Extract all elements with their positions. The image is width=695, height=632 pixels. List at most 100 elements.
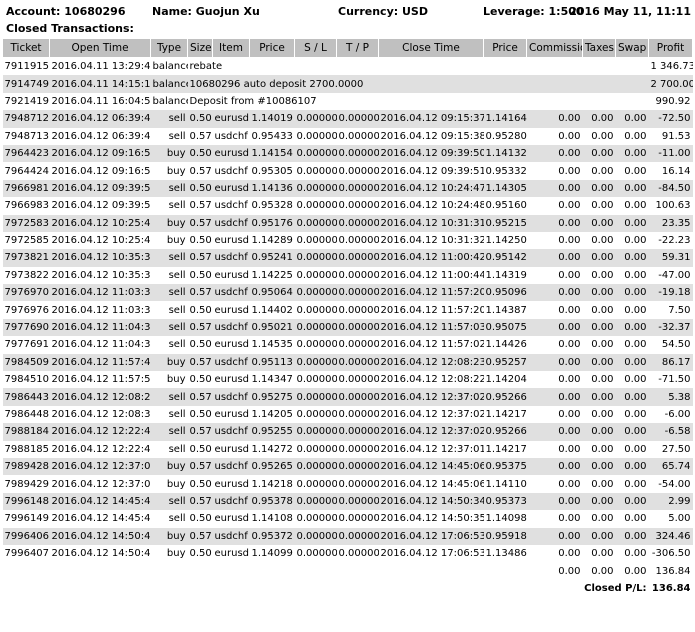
closed-pl-label: Closed P/L: [526, 579, 649, 598]
taxes-cell: 0.00 [582, 179, 616, 198]
item-cell: eurusd [212, 336, 250, 354]
commission-cell: 0.00 [526, 197, 583, 215]
ticket-cell: 7996148 [2, 492, 50, 511]
close-price-cell: 0.95373 [483, 492, 527, 511]
type-cell: balance [150, 75, 188, 93]
open-price-cell: 0.95378 [249, 492, 295, 511]
size-cell: 0.57 [187, 423, 213, 441]
close-price-cell: 0.95075 [483, 318, 527, 337]
ticket-cell: 7973822 [2, 266, 50, 285]
close-price-cell: 1.14098 [483, 510, 527, 528]
totals-row: 0.00 0.00 0.00 136.84 [2, 562, 693, 580]
closed-pl-row: Closed P/L: 136.84 [2, 579, 693, 598]
col-item: Item [212, 38, 250, 58]
open-time-cell: 2016.04.12 11:03:38 [49, 284, 151, 302]
profit-cell: -306.50 [648, 544, 693, 563]
size-cell: 0.57 [187, 388, 213, 406]
commission-cell: 0.00 [526, 301, 583, 319]
trade-row: 7948712 2016.04.12 06:39:42 sell 0.50 eurusd… [2, 110, 693, 128]
sl-cell: 0.00000 [294, 440, 337, 458]
open-time-cell: 2016.04.12 12:08:30 [49, 405, 151, 424]
item-cell: usdchf [212, 423, 250, 441]
taxes-cell: 0.00 [582, 127, 616, 145]
open-time-cell: 2016.04.12 09:16:52 [49, 144, 151, 163]
tp-cell: 0.00000 [336, 544, 379, 563]
swap-cell: 0.00 [615, 440, 649, 458]
ticket-cell: 7977690 [2, 318, 50, 337]
balance-row: 79147492016.04.11 14:15:12balance1068029… [2, 75, 693, 93]
total-swap: 0.00 [615, 562, 649, 580]
open-price-cell: 1.14289 [249, 231, 295, 250]
close-time-cell: 2016.04.12 09:39:51 [378, 162, 484, 180]
open-time-cell: 2016.04.12 09:39:57 [49, 179, 151, 198]
profit-cell: 23.35 [648, 214, 693, 232]
close-time-cell: 2016.04.12 12:08:23 [378, 353, 484, 372]
size-cell: 0.50 [187, 440, 213, 458]
profit-cell: 27.50 [648, 440, 693, 458]
commission-cell: 0.00 [526, 423, 583, 441]
open-time-cell: 2016.04.12 10:35:32 [49, 266, 151, 285]
balance-row: 79119152016.04.11 13:29:41balancerebate1… [2, 57, 693, 76]
item-cell: usdchf [212, 214, 250, 232]
taxes-cell: 0.00 [582, 336, 616, 354]
tp-cell: 0.00000 [336, 110, 379, 128]
close-time-cell: 2016.04.12 10:24:47 [378, 179, 484, 198]
item-cell: eurusd [212, 440, 250, 458]
type-cell: sell [150, 179, 188, 198]
col-taxes: Taxes [582, 38, 616, 58]
currency-label: Currency: USD [338, 5, 428, 18]
item-cell: usdchf [212, 457, 250, 476]
type-cell: sell [150, 318, 188, 337]
size-cell: 0.50 [187, 510, 213, 528]
size-cell: 0.50 [187, 110, 213, 128]
tp-cell: 0.00000 [336, 527, 379, 545]
close-price-cell: 0.95332 [483, 162, 527, 180]
open-price-cell: 1.14205 [249, 405, 295, 424]
tp-cell: 0.00000 [336, 284, 379, 302]
item-cell: eurusd [212, 301, 250, 319]
comment-cell: Deposit from #10086107 [187, 92, 649, 111]
size-cell: 0.57 [187, 197, 213, 215]
sl-cell: 0.00000 [294, 510, 337, 528]
profit-cell: -47.00 [648, 266, 693, 285]
size-cell: 0.57 [187, 457, 213, 476]
tp-cell: 0.00000 [336, 249, 379, 267]
ticket-cell: 7976976 [2, 301, 50, 319]
close-time-cell: 2016.04.12 11:00:42 [378, 249, 484, 267]
trade-row: 7948713 2016.04.12 06:39:42 sell 0.57 usdchf… [2, 127, 693, 145]
commission-cell: 0.00 [526, 371, 583, 389]
close-time-cell: 2016.04.12 09:15:37 [378, 110, 484, 128]
profit-cell: 65.74 [648, 457, 693, 476]
commission-cell: 0.00 [526, 527, 583, 545]
item-cell: usdchf [212, 249, 250, 267]
open-price-cell: 0.95113 [249, 353, 295, 372]
total-taxes: 0.00 [582, 562, 616, 580]
tp-cell: 0.00000 [336, 197, 379, 215]
ticket-cell: 7996407 [2, 544, 50, 563]
open-time-cell: 2016.04.12 12:08:29 [49, 388, 151, 406]
swap-cell: 0.00 [615, 371, 649, 389]
close-price-cell: 0.95266 [483, 423, 527, 441]
ticket-cell: 7989429 [2, 475, 50, 493]
ticket-cell: 7948713 [2, 127, 50, 145]
commission-cell: 0.00 [526, 353, 583, 372]
ticket-cell: 7996149 [2, 510, 50, 528]
swap-cell: 0.00 [615, 249, 649, 267]
taxes-cell: 0.00 [582, 144, 616, 163]
type-cell: sell [150, 197, 188, 215]
close-time-cell: 2016.04.12 14:50:35 [378, 510, 484, 528]
sl-cell: 0.00000 [294, 144, 337, 163]
ticket-cell: 7986448 [2, 405, 50, 424]
size-cell: 0.57 [187, 353, 213, 372]
commission-cell: 0.00 [526, 388, 583, 406]
open-price-cell: 0.95021 [249, 318, 295, 337]
tp-cell: 0.00000 [336, 492, 379, 511]
profit-cell: 1 346.73 [648, 57, 693, 76]
col-profit: Profit [648, 38, 693, 58]
ticket-cell: 7988184 [2, 423, 50, 441]
sl-cell: 0.00000 [294, 475, 337, 493]
type-cell: sell [150, 510, 188, 528]
swap-cell: 0.00 [615, 318, 649, 337]
taxes-cell: 0.00 [582, 318, 616, 337]
size-cell: 0.57 [187, 318, 213, 337]
